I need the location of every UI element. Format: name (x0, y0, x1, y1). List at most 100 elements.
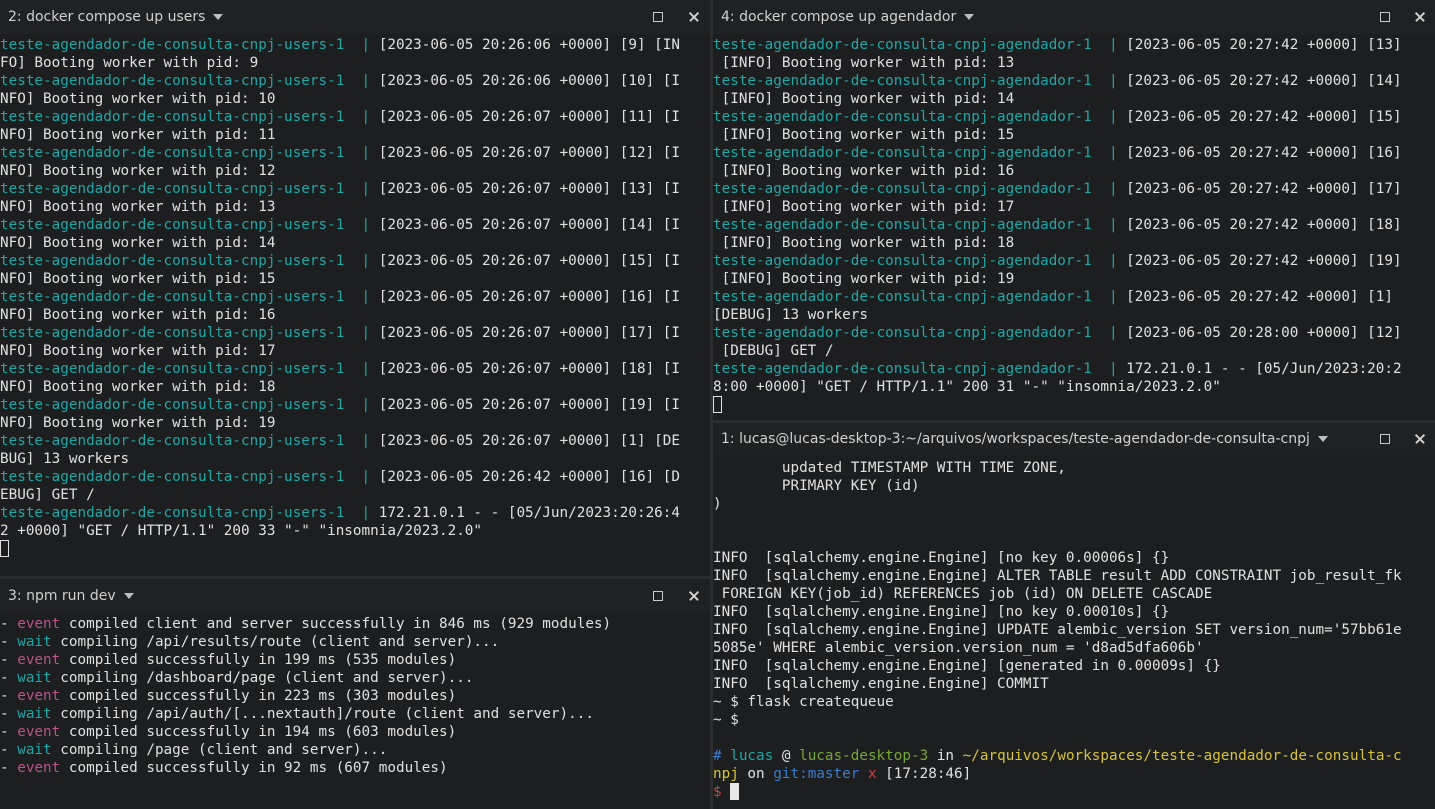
terminal-text-segment: [INFO] Booting worker with pid: 15 (713, 127, 1015, 143)
terminal-pane-users[interactable]: 2: docker compose up users teste-agendad… (0, 0, 710, 576)
terminal-text-segment: 8:00 +0000] "GET / HTTP/1.1" 200 31 "-" … (713, 379, 1221, 395)
terminal-line: teste-agendador-de-consulta-cnpj-users-1… (0, 216, 710, 234)
maximize-icon[interactable] (650, 588, 666, 604)
close-icon[interactable] (1412, 9, 1428, 25)
terminal-output[interactable]: updated TIMESTAMP WITH TIME ZONE, PRIMAR… (713, 459, 1435, 809)
pane-titlebar[interactable]: 3: npm run dev (0, 579, 710, 613)
terminal-line: teste-agendador-de-consulta-cnpj-users-1… (0, 144, 710, 162)
terminal-text-segment: # (713, 748, 731, 764)
terminal-text-segment: - (0, 724, 18, 740)
terminal-text-segment: NFO] Booting worker with pid: 19 (0, 415, 276, 431)
terminal-line: NFO] Booting worker with pid: 12 (0, 162, 710, 180)
terminal-text-segment: [2023-06-05 20:27:42 +0000] [15] (1126, 109, 1402, 125)
terminal-text-segment: [2023-06-05 20:26:07 +0000] [1] [DE (378, 433, 680, 449)
terminal-line: teste-agendador-de-consulta-cnpj-agendad… (713, 108, 1435, 126)
terminal-text-segment: teste-agendador-de-consulta-cnpj-users-1 (0, 505, 362, 521)
terminal-cursor (0, 540, 9, 557)
terminal-line: teste-agendador-de-consulta-cnpj-users-1… (0, 396, 710, 414)
terminal-line: ~ $ (713, 711, 1435, 729)
terminal-text-segment: 172.21.0.1 - - [05/Jun/2023:20:2 (1126, 361, 1402, 377)
terminal-line: - event compiled successfully in 199 ms … (0, 651, 710, 669)
terminal-line: INFO [sqlalchemy.engine.Engine] ALTER TA… (713, 567, 1435, 585)
terminal-output[interactable]: - event compiled client and server succe… (0, 615, 710, 809)
terminal-text-segment: [DEBUG] GET / (713, 343, 834, 359)
terminal-text-segment: compiled successfully in 194 ms (603 mod… (60, 724, 457, 740)
terminal-text-segment: [INFO] Booting worker with pid: 17 (713, 199, 1015, 215)
terminal-line: INFO [sqlalchemy.engine.Engine] [no key … (713, 603, 1435, 621)
terminal-line: 2 +0000] "GET / HTTP/1.1" 200 33 "-" "in… (0, 522, 710, 540)
chevron-down-icon[interactable] (1317, 436, 1328, 442)
close-icon[interactable] (686, 588, 702, 604)
terminal-text-segment: event (17, 724, 61, 740)
close-icon[interactable] (1412, 431, 1428, 447)
terminal-text-segment: in (928, 748, 963, 764)
terminal-line: 8:00 +0000] "GET / HTTP/1.1" 200 31 "-" … (713, 378, 1435, 396)
terminal-pane-npm[interactable]: 3: npm run dev - event compiled client a… (0, 579, 710, 809)
terminal-line: teste-agendador-de-consulta-cnpj-users-1… (0, 360, 710, 378)
pane-titlebar[interactable]: 2: docker compose up users (0, 0, 710, 34)
terminal-line: ~ $ flask createqueue (713, 693, 1435, 711)
terminal-output[interactable]: teste-agendador-de-consulta-cnpj-agendad… (713, 36, 1435, 420)
terminal-text-segment: teste-agendador-de-consulta-cnpj-users-1 (0, 361, 362, 377)
pane-title: 4: docker compose up agendador (721, 9, 957, 25)
terminal-line: 5085e' WHERE alembic_version.version_num… (713, 639, 1435, 657)
terminal-text-segment: teste-agendador-de-consulta-cnpj-agendad… (713, 361, 1109, 377)
terminal-line: # lucas @ lucas-desktop-3 in ~/arquivos/… (713, 747, 1435, 765)
terminal-text-segment: compiling /page (client and server)... (51, 742, 388, 758)
terminal-text-segment: [INFO] Booting worker with pid: 16 (713, 163, 1015, 179)
terminal-line: teste-agendador-de-consulta-cnpj-agendad… (713, 252, 1435, 270)
terminal-text-segment: INFO [sqlalchemy.engine.Engine] [generat… (713, 658, 1221, 674)
chevron-down-icon[interactable] (964, 14, 975, 20)
terminal-text-segment: teste-agendador-de-consulta-cnpj-users-1 (0, 289, 362, 305)
terminal-text-segment: [2023-06-05 20:28:00 +0000] [12] (1126, 325, 1402, 341)
terminal-text-segment: - (0, 616, 18, 632)
terminal-text-segment: [2023-06-05 20:26:07 +0000] [11] [I (378, 109, 680, 125)
terminal-line: BUG] 13 workers (0, 450, 710, 468)
terminal-pane-agendador[interactable]: 4: docker compose up agendador teste-age… (713, 0, 1435, 420)
terminal-text-segment: NFO] Booting worker with pid: 15 (0, 271, 276, 287)
terminal-text-segment: teste-agendador-de-consulta-cnpj-agendad… (713, 37, 1109, 53)
terminal-text-segment: [2023-06-05 20:26:06 +0000] [10] [I (378, 73, 680, 89)
terminal-text-segment: [INFO] Booting worker with pid: 19 (713, 271, 1015, 287)
terminal-line: - event compiled successfully in 194 ms … (0, 723, 710, 741)
terminal-line: - event compiled client and server succe… (0, 615, 710, 633)
maximize-icon[interactable] (1377, 9, 1393, 25)
terminal-text-segment: teste-agendador-de-consulta-cnpj-users-1 (0, 253, 362, 269)
prompt-line[interactable]: $ (713, 783, 1435, 801)
pane-titlebar[interactable]: 4: docker compose up agendador (713, 0, 1435, 34)
maximize-icon[interactable] (650, 9, 666, 25)
terminal-line: - wait compiling /dashboard/page (client… (0, 669, 710, 687)
close-icon[interactable] (686, 9, 702, 25)
prompt-symbol: $ (713, 784, 731, 800)
terminal-line: [INFO] Booting worker with pid: 14 (713, 90, 1435, 108)
chevron-down-icon[interactable] (213, 14, 224, 20)
terminal-text-segment: - (0, 652, 18, 668)
terminal-text-segment: | (1108, 325, 1127, 341)
terminal-text-segment: teste-agendador-de-consulta-cnpj-users-1 (0, 145, 362, 161)
terminal-line: teste-agendador-de-consulta-cnpj-agendad… (713, 360, 1435, 378)
terminal-pane-shell[interactable]: 1: lucas@lucas-desktop-3:~/arquivos/work… (713, 423, 1435, 809)
terminal-text-segment: git:master (773, 766, 860, 782)
terminal-text-segment: [2023-06-05 20:26:07 +0000] [12] [I (378, 145, 680, 161)
terminal-line: NFO] Booting worker with pid: 18 (0, 378, 710, 396)
terminal-text-segment: x (859, 766, 877, 782)
terminal-text-segment: updated TIMESTAMP WITH TIME ZONE, (713, 460, 1066, 476)
terminal-text-segment: lucas-desktop-3 (799, 748, 929, 764)
terminal-text-segment: [2023-06-05 20:26:07 +0000] [16] [I (378, 289, 680, 305)
terminal-text-segment: ) (713, 496, 722, 512)
terminal-text-segment: - (0, 760, 18, 776)
terminal-cursor (713, 396, 722, 413)
terminal-line: INFO [sqlalchemy.engine.Engine] [generat… (713, 657, 1435, 675)
chevron-down-icon[interactable] (123, 593, 134, 599)
terminal-line: npj on git:master x [17:28:46] (713, 765, 1435, 783)
terminal-text-segment: teste-agendador-de-consulta-cnpj-users-1 (0, 217, 362, 233)
terminal-output[interactable]: teste-agendador-de-consulta-cnpj-users-1… (0, 36, 710, 576)
terminal-text-segment: INFO [sqlalchemy.engine.Engine] UPDATE a… (713, 622, 1402, 638)
terminal-text-segment: | (1108, 73, 1127, 89)
pane-title: 3: npm run dev (8, 588, 116, 604)
pane-titlebar[interactable]: 1: lucas@lucas-desktop-3:~/arquivos/work… (713, 423, 1435, 455)
terminal-text-segment: teste-agendador-de-consulta-cnpj-agendad… (713, 181, 1109, 197)
terminal-text-segment: [INFO] Booting worker with pid: 18 (713, 235, 1015, 251)
terminal-line: teste-agendador-de-consulta-cnpj-agendad… (713, 36, 1435, 54)
maximize-icon[interactable] (1377, 431, 1393, 447)
